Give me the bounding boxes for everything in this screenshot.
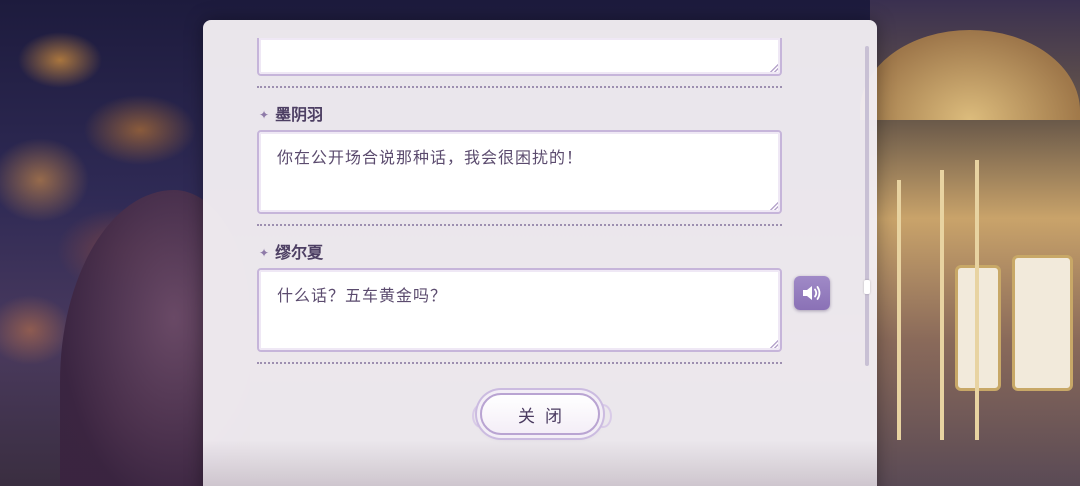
resize-grip-icon — [770, 64, 778, 72]
speaker-volume-icon — [803, 286, 821, 300]
carousel-pole — [897, 180, 901, 440]
speaker-name: 缪尔夏 — [275, 243, 324, 262]
carousel-window — [1012, 255, 1073, 391]
dialog-entry-speaker: ✦ 墨阴羽 — [259, 101, 323, 125]
scrollbar-thumb[interactable] — [864, 280, 870, 294]
entry-divider — [257, 86, 782, 88]
close-button[interactable]: 关闭 — [480, 393, 600, 435]
dialog-entry-text: 你在公开场合说那种话，我会很困扰的！ — [277, 148, 584, 167]
replay-voice-button[interactable] — [794, 276, 830, 310]
entry-divider — [257, 362, 782, 364]
dialog-entry-textbox — [257, 38, 782, 76]
entry-divider — [257, 224, 782, 226]
dialog-entry-text: 什么话？五车黄金吗？ — [277, 286, 448, 305]
speaker-name: 墨阴羽 — [275, 105, 324, 124]
scrollbar-track[interactable] — [865, 46, 869, 366]
resize-grip-icon — [770, 202, 778, 210]
sparkle-icon: ✦ — [259, 246, 270, 260]
carousel-pole — [975, 160, 979, 440]
carousel-pole — [940, 170, 944, 440]
dialog-entry-speaker: ✦ 缪尔夏 — [259, 239, 323, 263]
dialog-entry-textbox: 你在公开场合说那种话，我会很困扰的！ — [257, 130, 782, 214]
sparkle-icon: ✦ — [259, 108, 270, 122]
dialog-entry-textbox: 什么话？五车黄金吗？ — [257, 268, 782, 352]
resize-grip-icon — [770, 340, 778, 348]
